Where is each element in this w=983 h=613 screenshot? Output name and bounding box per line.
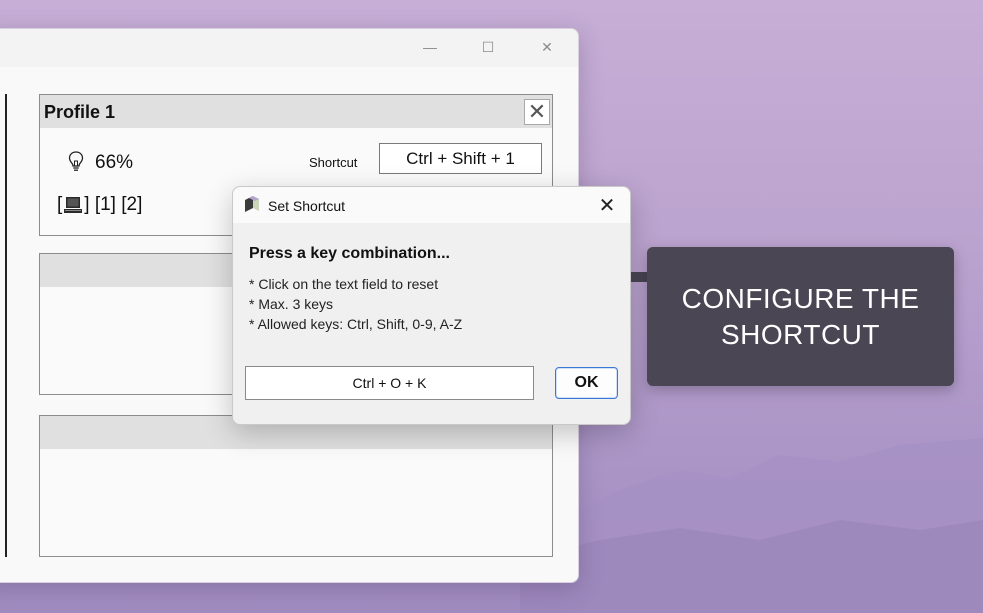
monitor-icon[interactable] <box>63 195 83 215</box>
dialog-titlebar: Set Shortcut ✕ <box>233 187 630 223</box>
brightness-value: 66% <box>95 152 134 173</box>
shortcut-label: Shortcut <box>309 155 358 170</box>
hint-reset: * Click on the text field to reset <box>249 276 439 292</box>
shortcut-field[interactable]: Ctrl + Shift + 1 <box>379 143 542 174</box>
dialog-hints: * Click on the text field to reset * Max… <box>249 274 462 334</box>
lightbulb-icon <box>68 151 84 171</box>
monitor-list: [ ] [1] [2] <box>57 194 142 216</box>
hint-allowed-keys: * Allowed keys: Ctrl, Shift, 0-9, A-Z <box>249 316 463 332</box>
set-shortcut-dialog: Set Shortcut ✕ Press a key combination..… <box>232 186 631 425</box>
ok-button[interactable]: OK <box>555 367 618 399</box>
monitor-bracket-open: [ <box>57 194 63 215</box>
profile-title: Profile 1 <box>44 102 116 122</box>
annotation-callout: CONFIGURE THE SHORTCUT <box>647 247 954 386</box>
dialog-title: Set Shortcut <box>268 198 346 214</box>
hint-max-keys: * Max. 3 keys <box>249 296 334 312</box>
maximize-button[interactable]: ☐ <box>473 35 503 59</box>
profile-panel-header <box>40 95 552 128</box>
dialog-close-button[interactable]: ✕ <box>595 193 619 217</box>
key-combination-input[interactable]: Ctrl + O + K <box>245 366 534 400</box>
profile-panel-3 <box>39 415 553 557</box>
left-divider <box>5 94 7 557</box>
callout-text: CONFIGURE THE SHORTCUT <box>681 282 920 350</box>
app-icon <box>245 196 259 212</box>
minimize-button[interactable]: — <box>415 35 445 59</box>
main-titlebar: — ☐ ✕ <box>0 29 578 65</box>
window-close-button[interactable]: ✕ <box>532 35 562 59</box>
profile-remove-button[interactable]: ✕ <box>524 99 550 125</box>
monitor-ids[interactable]: [1] [2] <box>90 194 143 216</box>
dialog-heading: Press a key combination... <box>249 245 450 262</box>
